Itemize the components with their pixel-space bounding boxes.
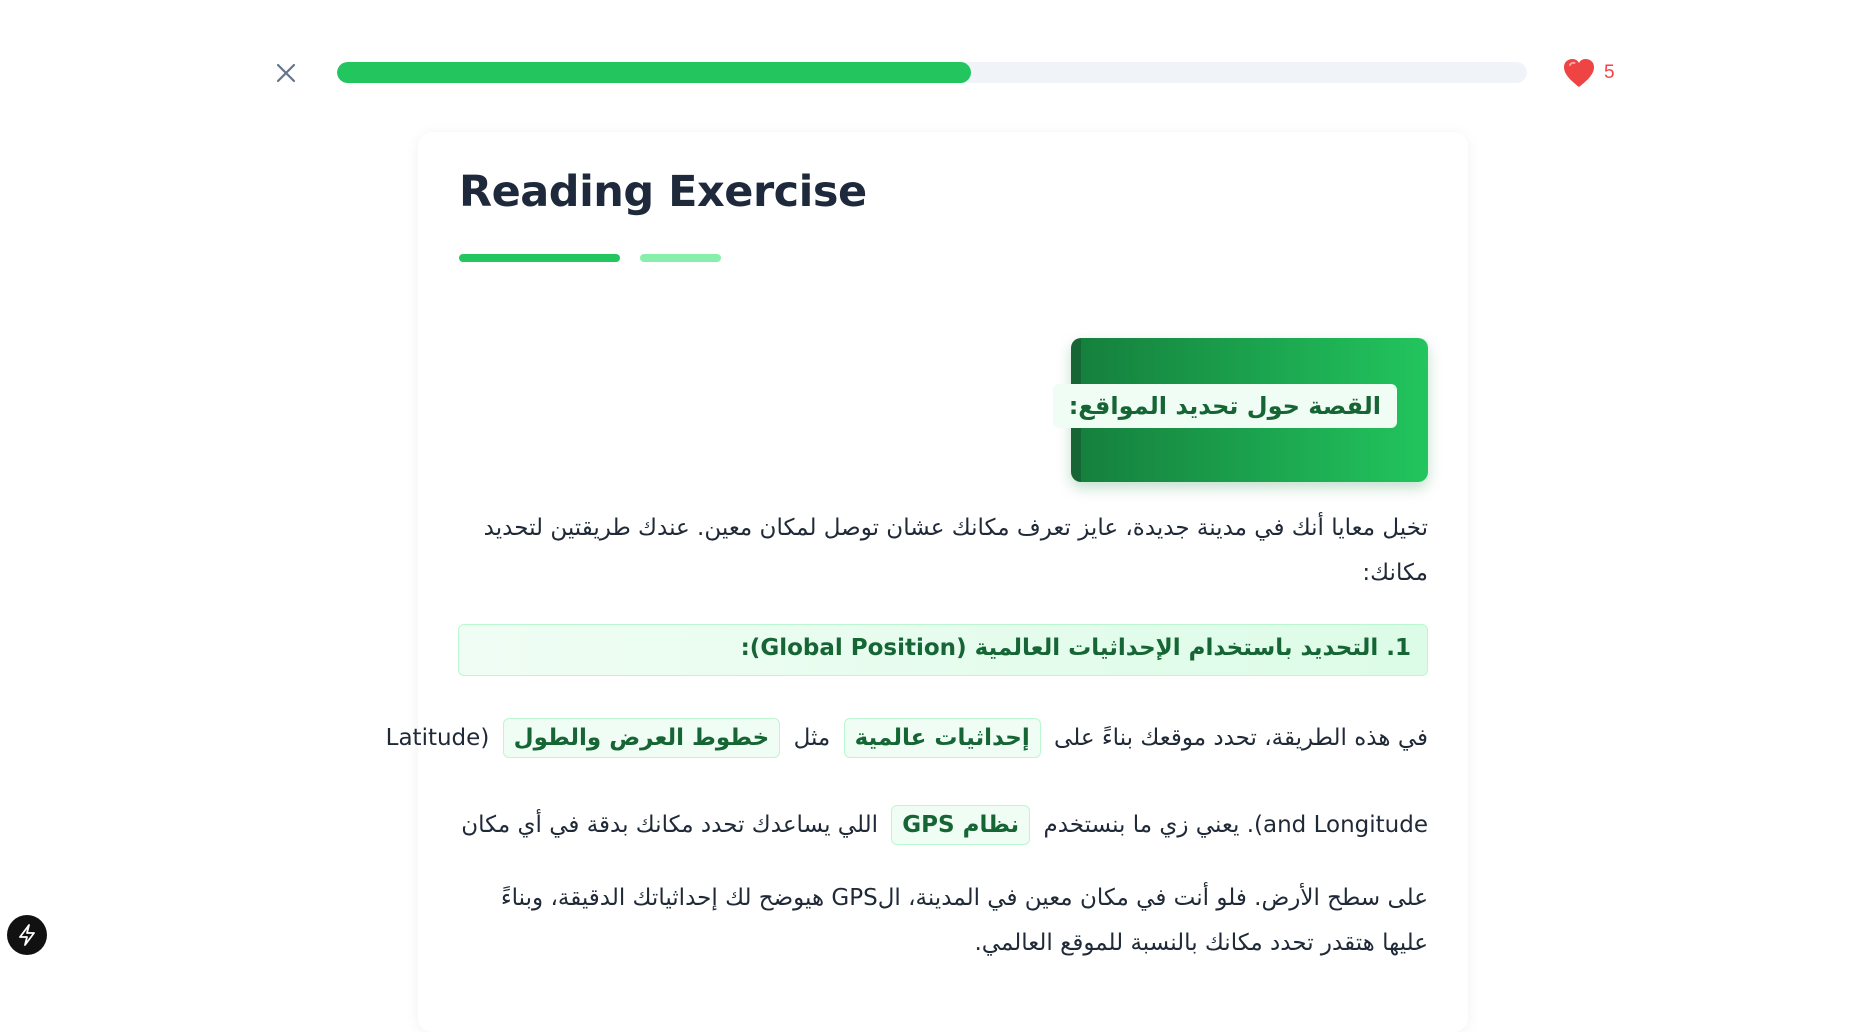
line1-text-end: (Latitude <box>385 725 490 751</box>
paragraph-3: على سطح الأرض. فلو أنت في مكان معين في ا… <box>500 885 1428 956</box>
lesson-progress-bar <box>337 62 1527 83</box>
title-underline-secondary <box>640 254 721 262</box>
hearts-counter: 5 <box>1562 56 1615 90</box>
highlight-global-coordinates: إحداثيات عالمية <box>843 718 1041 758</box>
paragraph-line-1: في هذه الطريقة، تحدد موقعك بناءً على إحد… <box>386 718 1428 758</box>
bolt-button[interactable] <box>7 915 47 955</box>
line1-text-start: في هذه الطريقة، تحدد موقعك بناءً على <box>1054 725 1428 751</box>
close-button[interactable] <box>273 60 299 86</box>
subheading-text: 1. التحديد باستخدام الإحداثيات العالمية … <box>740 635 1411 661</box>
page-title: Reading Exercise <box>459 167 867 217</box>
top-bar: 5 <box>0 0 1869 110</box>
line2-text-end: اللي يساعدك تحدد مكانك بدقة في أي مكان <box>461 812 878 838</box>
highlight-lat-long: خطوط العرض والطول <box>502 718 781 758</box>
heart-icon <box>1564 59 1594 87</box>
hearts-count: 5 <box>1604 62 1615 83</box>
intro-paragraph: تخيل معايا أنك في مدينة جديدة، عايز تعرف… <box>483 515 1428 586</box>
reading-card: Reading Exercise القصة حول تحديد المواقع… <box>386 132 1468 1032</box>
bolt-icon <box>19 924 35 946</box>
section-banner: القصة حول تحديد المواقع: <box>1052 338 1428 482</box>
highlight-gps-system: نظام GPS <box>891 805 1031 845</box>
title-underline-primary <box>459 254 620 262</box>
close-icon <box>276 63 296 83</box>
line1-text-middle: مثل <box>793 725 831 751</box>
line2-text-start: and Longitude). يعني زي ما بنستخدم <box>1043 812 1428 838</box>
subheading-box: 1. التحديد باستخدام الإحداثيات العالمية … <box>458 624 1428 676</box>
section-heading: القصة حول تحديد المواقع: <box>1052 384 1397 428</box>
paragraph-line-2: and Longitude). يعني زي ما بنستخدم نظام … <box>461 805 1428 845</box>
lesson-progress-fill <box>337 62 972 83</box>
